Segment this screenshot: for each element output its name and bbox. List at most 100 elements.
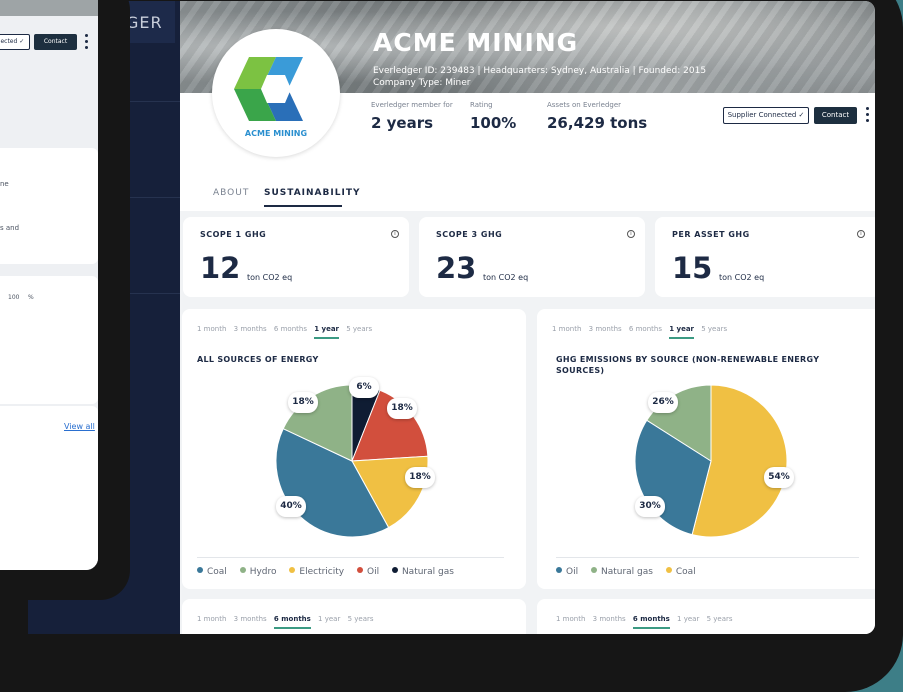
pie-label-hydro: 18% xyxy=(288,392,318,413)
secondary-card: ne s and xyxy=(0,148,98,264)
legend-label: Coal xyxy=(207,567,227,577)
chart-legend: Coal Hydro Electricity Oil Natural gas xyxy=(197,567,464,577)
ghg-card-title: SCOPE 3 GHG xyxy=(436,230,503,239)
secondary-text: s and xyxy=(0,224,20,232)
legend-label: Natural gas xyxy=(600,567,653,577)
stat-label: Rating xyxy=(470,101,493,109)
secondary-more-options-icon[interactable] xyxy=(85,34,88,52)
range-5-years[interactable]: 5 years xyxy=(707,615,733,623)
stat-rating: Rating 100% xyxy=(470,101,516,132)
ghg-card-value: 15 xyxy=(672,251,713,285)
stat-label: Everledger member for xyxy=(371,101,453,109)
supplier-connected-button[interactable]: Supplier Connected ✓ xyxy=(723,107,809,124)
legend-label: Oil xyxy=(366,567,380,577)
pie-label-natural-gas: 26% xyxy=(648,392,678,413)
company-logo: ACME MINING xyxy=(212,29,340,157)
range-1-year[interactable]: 1 year xyxy=(318,615,340,623)
chart-card-all-sources: 1 month 3 months 6 months 1 year 5 years… xyxy=(182,309,526,589)
tablet-frame: GER ACME MINING Everledger ID: 239483 | … xyxy=(0,0,903,692)
info-icon[interactable]: i xyxy=(627,230,635,238)
stat-label: Assets on Everledger xyxy=(547,101,622,109)
range-1-month[interactable]: 1 month xyxy=(197,615,226,623)
ghg-card-unit: ton CO2 eq xyxy=(483,273,529,282)
range-1-year[interactable]: 1 year xyxy=(677,615,699,623)
ghg-card-per-asset: PER ASSET GHG i 15 ton CO2 eq xyxy=(655,217,875,297)
chart-title-line1: GHG EMISSIONS BY SOURCE (NON-RENEWABLE E… xyxy=(556,355,820,364)
secondary-unit: % xyxy=(28,294,34,301)
range-6-months[interactable]: 6 months xyxy=(629,325,662,333)
pie-label-oil: 18% xyxy=(387,398,417,419)
stat-value: 100% xyxy=(470,114,517,132)
acme-logo-icon xyxy=(234,57,303,121)
ghg-card-unit: ton CO2 eq xyxy=(719,273,765,282)
legend-dot xyxy=(289,567,296,573)
legend-label: Hydro xyxy=(249,567,277,577)
company-meta-line2: Company Type: Miner xyxy=(373,78,471,88)
company-name: ACME MINING xyxy=(373,28,579,57)
info-icon[interactable]: i xyxy=(391,230,399,238)
legend-label: Oil xyxy=(566,567,579,577)
legend-divider xyxy=(197,557,504,558)
legend-dot xyxy=(590,567,597,573)
range-6-months[interactable]: 6 months xyxy=(632,615,670,629)
range-1-month[interactable]: 1 month xyxy=(552,325,581,333)
ghg-card-value: 23 xyxy=(436,251,477,285)
legend-item-natural-gas: Natural gas xyxy=(391,567,454,577)
main-content: ACME MINING Everledger ID: 239483 | Head… xyxy=(180,1,875,634)
range-1-year[interactable]: 1 year xyxy=(669,325,694,339)
legend-label: Natural gas xyxy=(401,567,454,577)
range-5-years[interactable]: 5 years xyxy=(346,325,372,333)
legend-item-coal: Coal xyxy=(197,567,227,577)
legend-dot xyxy=(356,567,363,573)
range-5-years[interactable]: 5 years xyxy=(701,325,727,333)
range-selector: 1 month 3 months 6 months 1 year 5 years xyxy=(197,615,379,629)
range-1-year[interactable]: 1 year xyxy=(314,325,339,339)
range-6-months[interactable]: 6 months xyxy=(274,325,307,333)
chart-card-ghg-emissions: 1 month 3 months 6 months 1 year 5 years… xyxy=(537,309,875,589)
range-1-month[interactable]: 1 month xyxy=(556,615,585,623)
pie-label-oil: 30% xyxy=(635,496,665,517)
legend-dot xyxy=(665,567,672,573)
legend-dot xyxy=(391,567,398,573)
view-all-link[interactable]: View all xyxy=(64,422,95,431)
secondary-contact-button[interactable]: Contact xyxy=(34,34,77,50)
pie-label-electricity: 18% xyxy=(405,467,435,488)
secondary-device-screen: Connected ✓ Contact ne s and 100 % View … xyxy=(0,0,98,570)
chart-legend: Oil Natural gas Coal xyxy=(556,567,706,577)
range-3-months[interactable]: 3 months xyxy=(589,325,622,333)
range-3-months[interactable]: 3 months xyxy=(234,615,267,623)
range-3-months[interactable]: 3 months xyxy=(593,615,626,623)
pie-label-coal: 54% xyxy=(764,467,794,488)
legend-dot xyxy=(197,567,203,573)
pie-label-coal: 40% xyxy=(276,496,306,517)
stat-value: 26,429 tons xyxy=(547,114,648,132)
ghg-card-value: 12 xyxy=(200,251,241,285)
legend-dot xyxy=(239,567,246,573)
range-5-years[interactable]: 5 years xyxy=(348,615,374,623)
contact-button[interactable]: Contact xyxy=(814,107,857,124)
app-screen: GER ACME MINING Everledger ID: 239483 | … xyxy=(28,1,875,634)
ghg-card-unit: ton CO2 eq xyxy=(247,273,293,282)
tab-sustainability[interactable]: SUSTAINABILITY xyxy=(264,188,360,198)
range-selector: 1 month 3 months 6 months 1 year 5 years xyxy=(556,615,738,629)
legend-item-oil: Oil xyxy=(356,567,380,577)
stat-value: 2 years xyxy=(371,114,434,132)
pie-label-natural-gas: 6% xyxy=(349,377,379,398)
stat-assets: Assets on Everledger 26,429 tons xyxy=(547,101,647,132)
tab-about[interactable]: ABOUT xyxy=(213,188,249,198)
legend-item-coal: Coal xyxy=(665,567,696,577)
legend-label: Electricity xyxy=(299,567,345,577)
range-selector: 1 month 3 months 6 months 1 year 5 years xyxy=(197,325,377,339)
secondary-chart-card: 100 % xyxy=(0,276,98,404)
ghg-card-title: PER ASSET GHG xyxy=(672,230,750,239)
secondary-supplier-button[interactable]: Connected ✓ xyxy=(0,34,30,50)
range-1-month[interactable]: 1 month xyxy=(197,325,226,333)
secondary-text: ne xyxy=(0,180,9,188)
chart-card-bottom-right: 1 month 3 months 6 months 1 year 5 years xyxy=(537,599,875,634)
more-options-icon[interactable] xyxy=(865,107,871,125)
ghg-card-scope3: SCOPE 3 GHG i 23 ton CO2 eq xyxy=(419,217,645,297)
range-6-months[interactable]: 6 months xyxy=(273,615,311,629)
legend-divider xyxy=(556,557,859,558)
info-icon[interactable]: i xyxy=(857,230,865,238)
range-3-months[interactable]: 3 months xyxy=(234,325,267,333)
